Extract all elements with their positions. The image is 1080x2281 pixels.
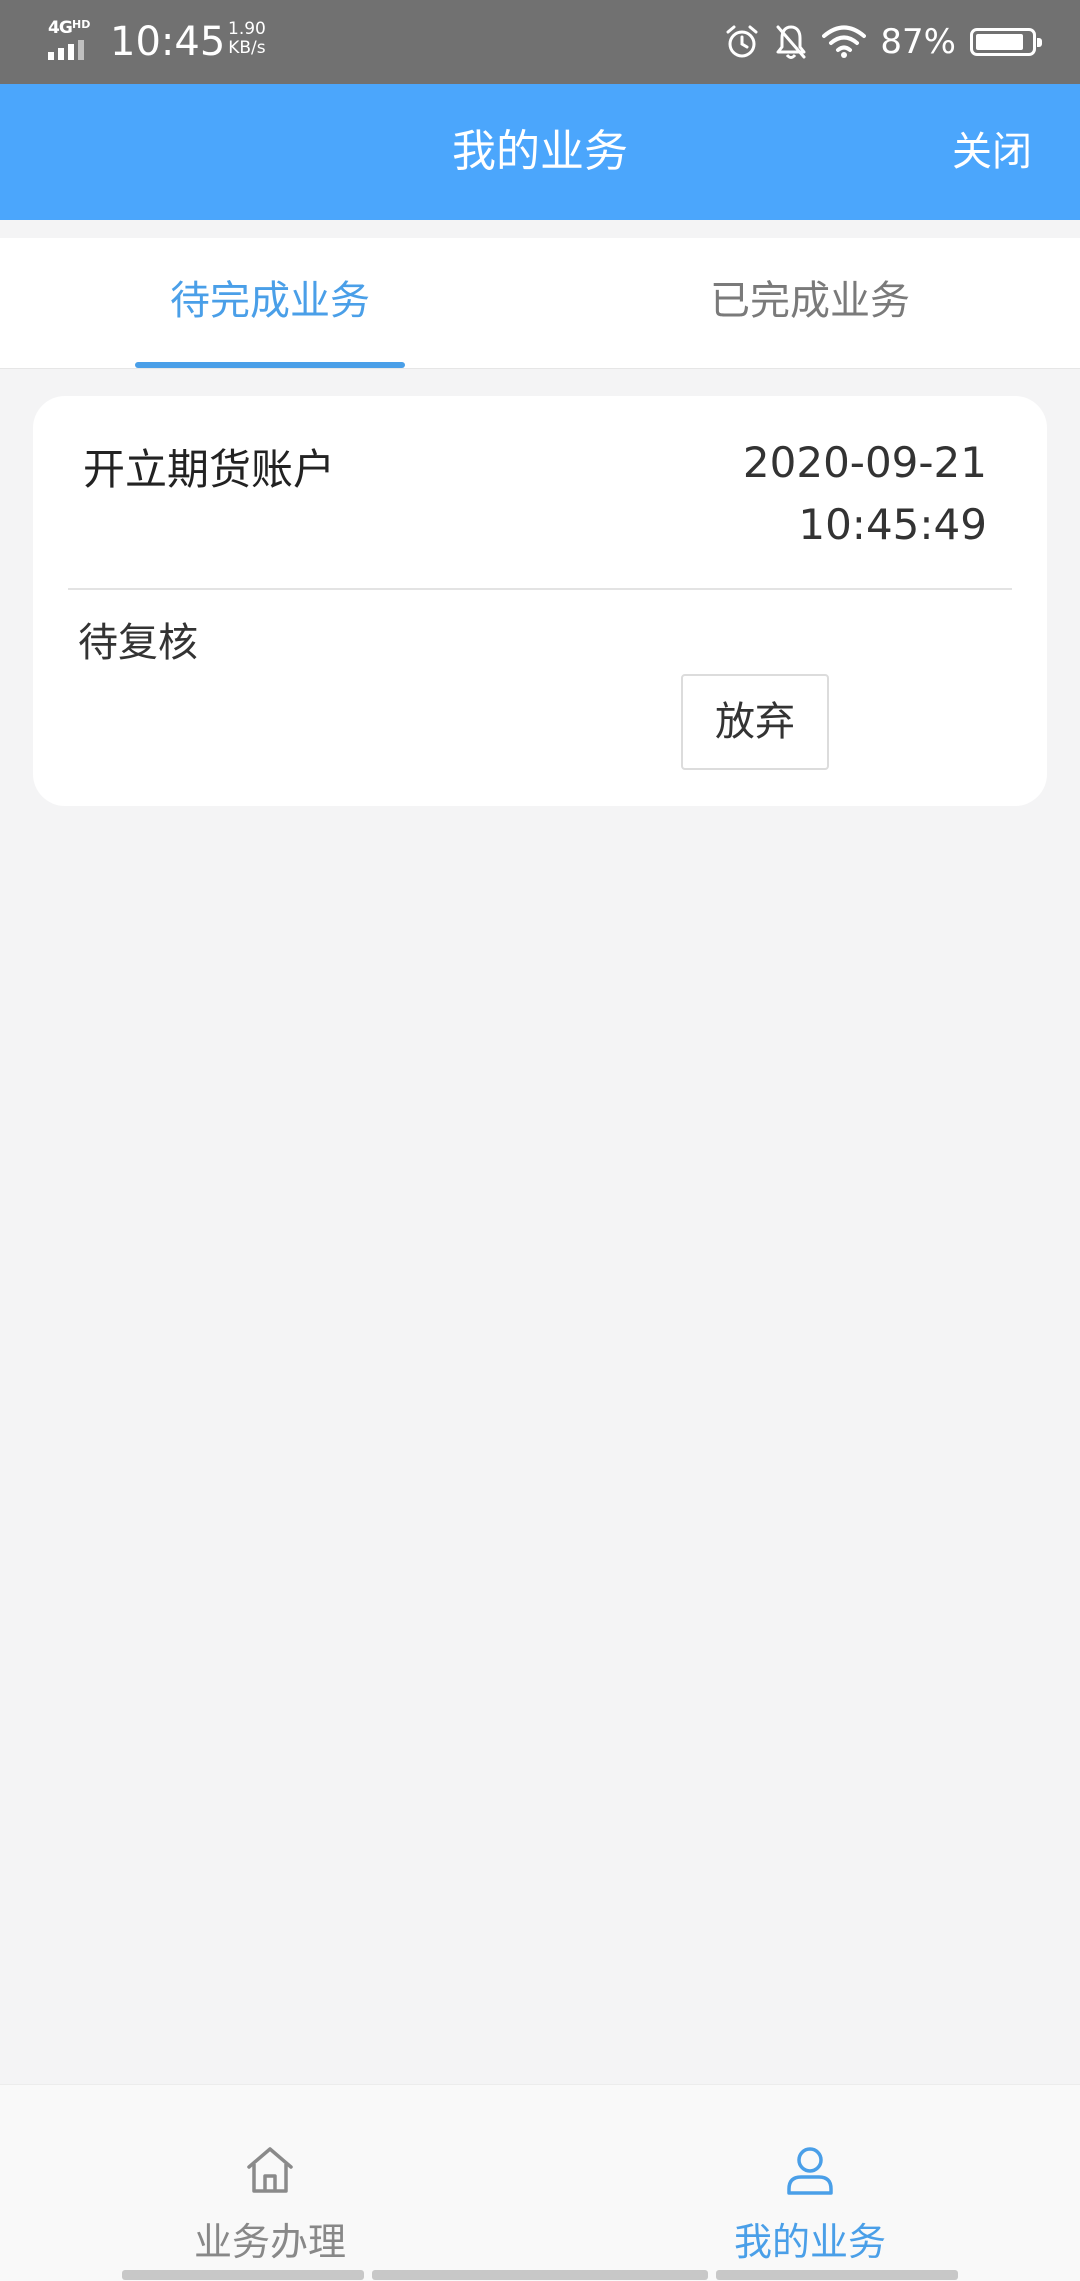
user-icon — [787, 2147, 833, 2195]
status-bar: 4G HD 10:45 1.90 KB/s 87% — [0, 0, 1080, 84]
business-status: 待复核 — [78, 620, 198, 666]
network-type: 4G — [48, 18, 73, 38]
home-icon — [247, 2147, 293, 2193]
nav-label-business-handling: 业务办理 — [193, 2220, 346, 2264]
tab-completed[interactable]: 已完成业务 — [610, 238, 1010, 368]
tab-bar: 待完成业务 已完成业务 — [0, 238, 1080, 369]
business-datetime: 2020-09-21 10:45:49 — [743, 432, 987, 556]
nav-item-my-business[interactable]: 我的业务 — [630, 2085, 990, 2275]
bottom-nav: 业务办理 我的业务 — [0, 2084, 1080, 2281]
network-speed: 1.90 KB/s — [228, 20, 266, 58]
close-button[interactable]: 关闭 — [952, 84, 1032, 220]
business-time: 10:45:49 — [798, 500, 987, 549]
battery-percent: 87% — [880, 22, 956, 62]
battery-icon — [970, 28, 1042, 56]
business-name: 开立期货账户 — [83, 445, 336, 494]
status-icons: 87% — [724, 18, 1042, 66]
nav-label-my-business: 我的业务 — [733, 2220, 886, 2264]
wifi-icon — [822, 25, 867, 58]
clock: 10:45 — [110, 19, 226, 65]
app-header: 我的业务 关闭 — [0, 84, 1080, 220]
mute-bell-icon — [776, 25, 806, 59]
business-card: 开立期货账户 2020-09-21 10:45:49 待复核 放弃 — [33, 396, 1047, 806]
active-tab-indicator — [135, 362, 405, 368]
abandon-button[interactable]: 放弃 — [681, 674, 829, 770]
speed-unit: KB/s — [228, 38, 266, 58]
divider — [68, 588, 1012, 590]
page-title: 我的业务 — [452, 126, 628, 177]
nav-item-business-handling[interactable]: 业务办理 — [90, 2085, 450, 2275]
speed-value: 1.90 — [228, 19, 266, 39]
alarm-icon — [726, 25, 758, 58]
business-date: 2020-09-21 — [742, 438, 987, 487]
network-hd-label: HD — [72, 18, 91, 31]
signal-icon: 4G HD — [46, 18, 98, 62]
tab-pending[interactable]: 待完成业务 — [70, 238, 470, 368]
